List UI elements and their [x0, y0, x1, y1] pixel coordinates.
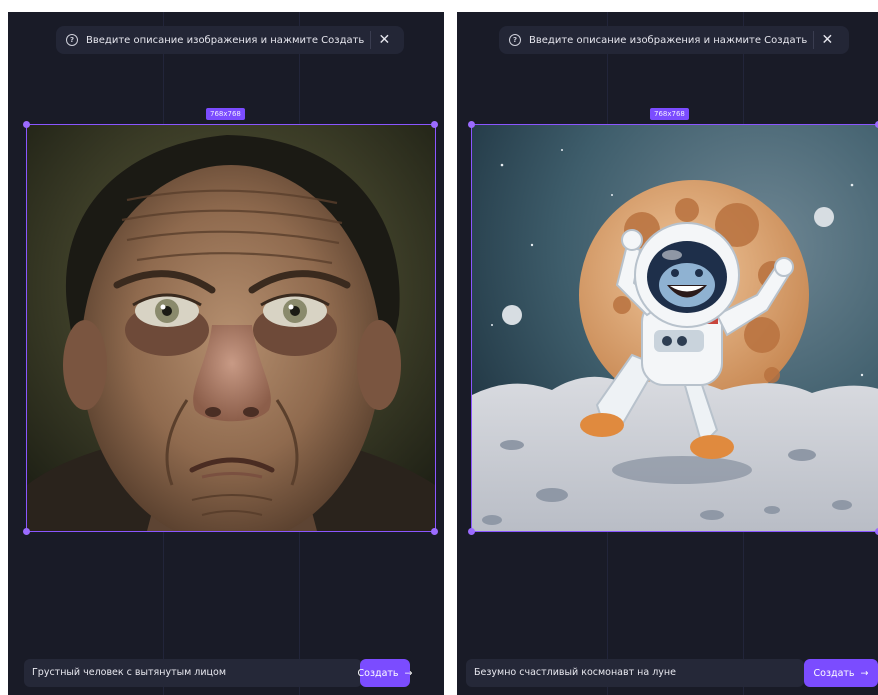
- hint-text: Введите описание изображения и нажмите С…: [529, 34, 808, 46]
- generator-panel-right: ? Введите описание изображения и нажмите…: [457, 12, 878, 695]
- image-size-label: 768x768: [206, 108, 245, 120]
- generator-panel-left: ? Введите описание изображения и нажмите…: [8, 12, 444, 695]
- close-icon[interactable]: ✕: [371, 26, 397, 54]
- prompt-input[interactable]: Безумно счастливый космонавт на луне: [466, 659, 804, 687]
- resize-handle-top-right[interactable]: [431, 121, 438, 128]
- resize-handle-bottom-right[interactable]: [431, 528, 438, 535]
- resize-handle-bottom-left[interactable]: [23, 528, 30, 535]
- create-button-label: Создать: [813, 667, 855, 679]
- resize-handle-top-left[interactable]: [23, 121, 30, 128]
- generated-image-frame[interactable]: [26, 124, 436, 532]
- arrow-right-icon: →: [860, 667, 869, 679]
- resize-handle-top-left[interactable]: [468, 121, 475, 128]
- arrow-right-icon: →: [404, 667, 413, 679]
- image-size-label: 768x768: [650, 108, 689, 120]
- generated-image-astronaut: [472, 125, 878, 531]
- close-icon[interactable]: ✕: [814, 26, 840, 54]
- create-button[interactable]: Создать →: [357, 659, 413, 687]
- hint-bar: ? Введите описание изображения и нажмите…: [499, 26, 849, 54]
- create-button[interactable]: Создать →: [804, 659, 878, 687]
- question-circle-icon: ?: [66, 34, 78, 46]
- generated-image-frame[interactable]: [471, 124, 878, 532]
- resize-handle-bottom-left[interactable]: [468, 528, 475, 535]
- create-button-label: Создать: [357, 667, 399, 679]
- hint-text: Введите описание изображения и нажмите С…: [86, 34, 365, 46]
- generated-image-sad-man: [27, 125, 435, 531]
- question-circle-icon: ?: [509, 34, 521, 46]
- hint-bar: ? Введите описание изображения и нажмите…: [56, 26, 404, 54]
- prompt-input[interactable]: Грустный человек с вытянутым лицом: [24, 659, 362, 687]
